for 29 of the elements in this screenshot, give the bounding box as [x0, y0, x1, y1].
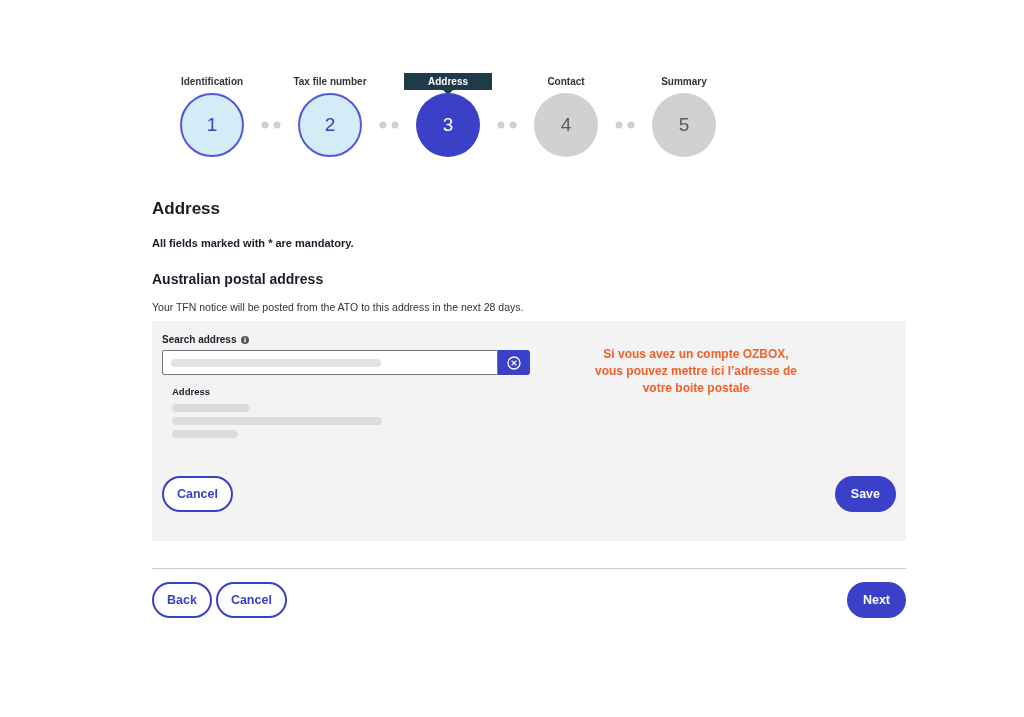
search-field[interactable] [162, 350, 498, 375]
step-circle[interactable]: 3 [416, 93, 480, 157]
step-label: Contact [547, 75, 585, 89]
cancel-button[interactable]: Cancel [162, 476, 233, 512]
address-label: Address [172, 386, 211, 397]
step-circle[interactable]: 5 [652, 93, 716, 157]
step-circle[interactable]: 1 [180, 93, 244, 157]
close-icon [507, 355, 521, 370]
help-icon[interactable] [240, 335, 249, 344]
step-label: Summary [661, 75, 707, 89]
clear-button[interactable] [498, 350, 530, 375]
step-circle[interactable]: 4 [534, 93, 598, 157]
dots-icon [497, 121, 517, 129]
step-label: Identification [180, 75, 244, 89]
dots-icon [379, 121, 399, 129]
dots-icon [261, 121, 281, 129]
next-button[interactable]: Next [846, 582, 906, 618]
save-button[interactable]: Save [834, 476, 896, 512]
section-note: Your TFN notice will be posted from the ATO to this address in the next 28 days. [152, 301, 525, 313]
step-circle[interactable]: 2 [298, 93, 362, 157]
mandatory-note: All fields marked with * are mandatory. [152, 237, 355, 249]
back-button[interactable]: Back [152, 582, 212, 618]
section-title: Australian postal address [152, 271, 325, 287]
cancel-button[interactable]: Cancel [215, 582, 287, 618]
step-label: Tax file number [293, 75, 367, 89]
dots-icon [615, 121, 635, 129]
page-heading: Address [152, 199, 222, 219]
annotation-text: Si vous avez un compte OZBOX, vous pouvez mettre ici l’adresse de votre boite postale [593, 346, 799, 397]
field-label: Search address [162, 334, 237, 345]
